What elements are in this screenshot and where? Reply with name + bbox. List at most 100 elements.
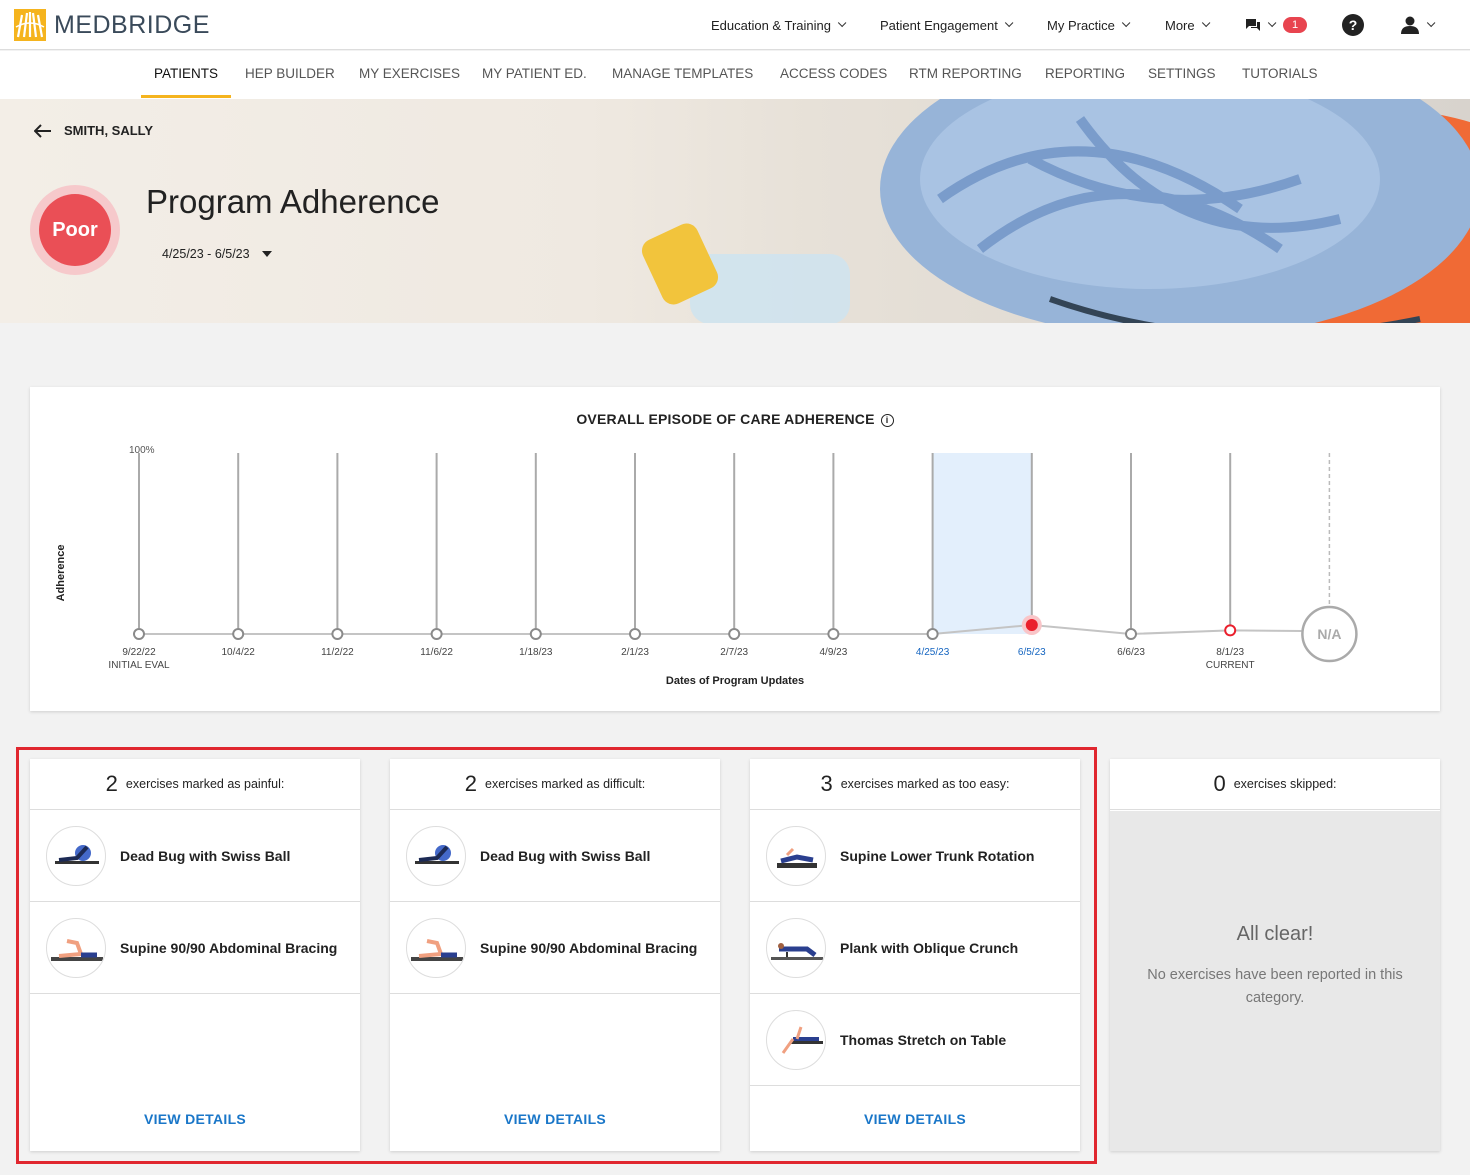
- x-tick-label: 11/2/22: [321, 647, 354, 658]
- tab-settings[interactable]: SETTINGS: [1148, 51, 1216, 99]
- view-details-button[interactable]: VIEW DETAILS: [390, 1111, 720, 1127]
- card-header: 2 exercises marked as painful:: [30, 759, 360, 810]
- messages-menu[interactable]: 1: [1245, 0, 1307, 50]
- tab-rtm-reporting[interactable]: RTM REPORTING: [909, 51, 1022, 99]
- painful-count: 2: [105, 771, 118, 796]
- tab-manage-templates[interactable]: MANAGE TEMPLATES: [612, 51, 753, 99]
- x-tick-label: 2/1/23: [621, 647, 649, 658]
- exercise-thumbnail: [766, 825, 826, 886]
- brand-name: MEDBRIDGE: [54, 10, 210, 39]
- tab-hep-builder[interactable]: HEP BUILDER: [245, 51, 335, 99]
- adherence-status-ring: Poor: [30, 185, 120, 275]
- nav-more[interactable]: More: [1165, 0, 1210, 50]
- too-easy-exercises-card: 3 exercises marked as too easy: Supine L…: [750, 759, 1080, 1151]
- exercise-name: Dead Bug with Swiss Ball: [480, 847, 651, 864]
- exercise-thumbnail: [46, 917, 106, 978]
- nav-education-training[interactable]: Education & Training: [711, 0, 847, 50]
- card-header: 3 exercises marked as too easy:: [750, 759, 1080, 810]
- top-bar: MEDBRIDGE Education & Training Patient E…: [0, 0, 1470, 50]
- help-button[interactable]: ?: [1342, 0, 1364, 50]
- list-item[interactable]: Supine 90/90 Abdominal Bracing: [390, 902, 720, 994]
- data-point: [1125, 628, 1137, 640]
- too-easy-label: exercises marked as too easy:: [840, 777, 1010, 791]
- data-point: [133, 628, 145, 640]
- notification-badge: 1: [1283, 17, 1307, 33]
- nav-education-training-label: Education & Training: [711, 17, 831, 33]
- user-icon: [1401, 16, 1419, 34]
- chevron-down-icon: [1201, 18, 1210, 28]
- data-point-current: [1224, 624, 1237, 637]
- account-menu[interactable]: [1400, 0, 1436, 50]
- painful-exercises-card: 2 exercises marked as painful: Dead Bug …: [30, 759, 360, 1151]
- medbridge-logo[interactable]: MEDBRIDGE: [14, 9, 210, 41]
- tab-my-exercises[interactable]: MY EXERCISES: [359, 51, 460, 99]
- x-tick-label: 6/6/23: [1117, 647, 1145, 658]
- card-header: 2 exercises marked as difficult:: [390, 759, 720, 810]
- exercise-thumbnail: [406, 825, 466, 886]
- medbridge-logo-icon: [14, 9, 46, 41]
- sub-nav: PATIENTS HEP BUILDER MY EXERCISES MY PAT…: [0, 51, 1470, 99]
- list-item[interactable]: Plank with Oblique Crunch: [750, 902, 1080, 994]
- patient-name: SMITH, SALLY: [64, 123, 154, 138]
- x-tick-label: 1/18/23: [519, 647, 553, 658]
- exercise-name: Supine 90/90 Abdominal Bracing: [120, 939, 338, 956]
- x-tick-sublabel: CURRENT: [1206, 660, 1255, 671]
- tab-patients[interactable]: PATIENTS: [154, 51, 218, 99]
- date-range-select[interactable]: 4/25/23 - 6/5/23: [162, 247, 272, 261]
- data-point: [926, 628, 939, 640]
- list-item[interactable]: Thomas Stretch on Table: [750, 994, 1080, 1086]
- nav-patient-engagement[interactable]: Patient Engagement: [880, 0, 1014, 50]
- data-point: [728, 628, 741, 640]
- tab-reporting[interactable]: REPORTING: [1045, 51, 1125, 99]
- svg-text:?: ?: [1349, 17, 1358, 33]
- chat-icon: [1246, 19, 1260, 31]
- x-tick-label: 10/4/22: [222, 647, 256, 658]
- difficult-exercises-card: 2 exercises marked as difficult: Dead Bu…: [390, 759, 720, 1151]
- tab-access-codes[interactable]: ACCESS CODES: [780, 51, 887, 99]
- painful-label: exercises marked as painful:: [125, 777, 285, 791]
- view-details-button[interactable]: VIEW DETAILS: [30, 1111, 360, 1127]
- x-tick-label: 11/6/22: [420, 647, 453, 658]
- nav-patient-engagement-label: Patient Engagement: [880, 17, 998, 33]
- active-tab-indicator: [141, 95, 231, 98]
- sneaker-image: [880, 99, 1470, 323]
- x-tick-label: 4/25/23: [916, 647, 950, 658]
- list-item[interactable]: Supine 90/90 Abdominal Bracing: [30, 902, 360, 994]
- exercise-name: Supine Lower Trunk Rotation: [840, 847, 1035, 864]
- x-tick-label: 4/9/23: [819, 647, 847, 658]
- x-tick-label: 9/22/22: [122, 647, 156, 658]
- arrow-left-icon: [34, 123, 51, 138]
- nav-more-label: More: [1165, 17, 1195, 33]
- chevron-down-icon: [1121, 18, 1131, 28]
- list-item[interactable]: Dead Bug with Swiss Ball: [390, 810, 720, 902]
- adherence-chart-card: OVERALL EPISODE OF CARE ADHERENCE i 100% …: [30, 387, 1440, 711]
- caret-down-icon: [261, 251, 272, 257]
- x-tick-sublabel: INITIAL EVAL: [108, 660, 170, 671]
- exercise-thumbnail: [766, 917, 826, 978]
- tab-tutorials[interactable]: TUTORIALS: [1242, 51, 1318, 99]
- exercise-thumbnail: [766, 1009, 826, 1070]
- list-item[interactable]: Supine Lower Trunk Rotation: [750, 810, 1080, 902]
- empty-state-title: All clear!: [1236, 923, 1314, 945]
- x-tick-label: 2/7/23: [720, 647, 748, 658]
- date-range-value: 4/25/23 - 6/5/23: [162, 247, 250, 261]
- page-title: Program Adherence: [146, 183, 440, 220]
- data-point: [430, 628, 443, 640]
- exercise-thumbnail: [46, 825, 106, 886]
- data-point: [529, 628, 542, 640]
- chevron-down-icon: [1004, 18, 1014, 28]
- too-easy-count: 3: [820, 771, 833, 796]
- view-details-button[interactable]: VIEW DETAILS: [750, 1111, 1080, 1127]
- water-bottle-image: [641, 223, 850, 323]
- help-icon: ?: [1342, 14, 1364, 36]
- chevron-down-icon: [837, 18, 847, 28]
- tab-my-patient-ed[interactable]: MY PATIENT ED.: [482, 51, 587, 99]
- back-to-patient[interactable]: SMITH, SALLY: [34, 123, 153, 138]
- nav-my-practice-label: My Practice: [1047, 17, 1115, 33]
- data-point: [629, 628, 641, 640]
- nav-my-practice[interactable]: My Practice: [1047, 0, 1131, 50]
- list-item[interactable]: Dead Bug with Swiss Ball: [30, 810, 360, 902]
- empty-state: All clear! No exercises have been report…: [1110, 811, 1440, 1151]
- skipped-label: exercises skipped:: [1233, 777, 1337, 791]
- data-point-selected: [1025, 618, 1038, 631]
